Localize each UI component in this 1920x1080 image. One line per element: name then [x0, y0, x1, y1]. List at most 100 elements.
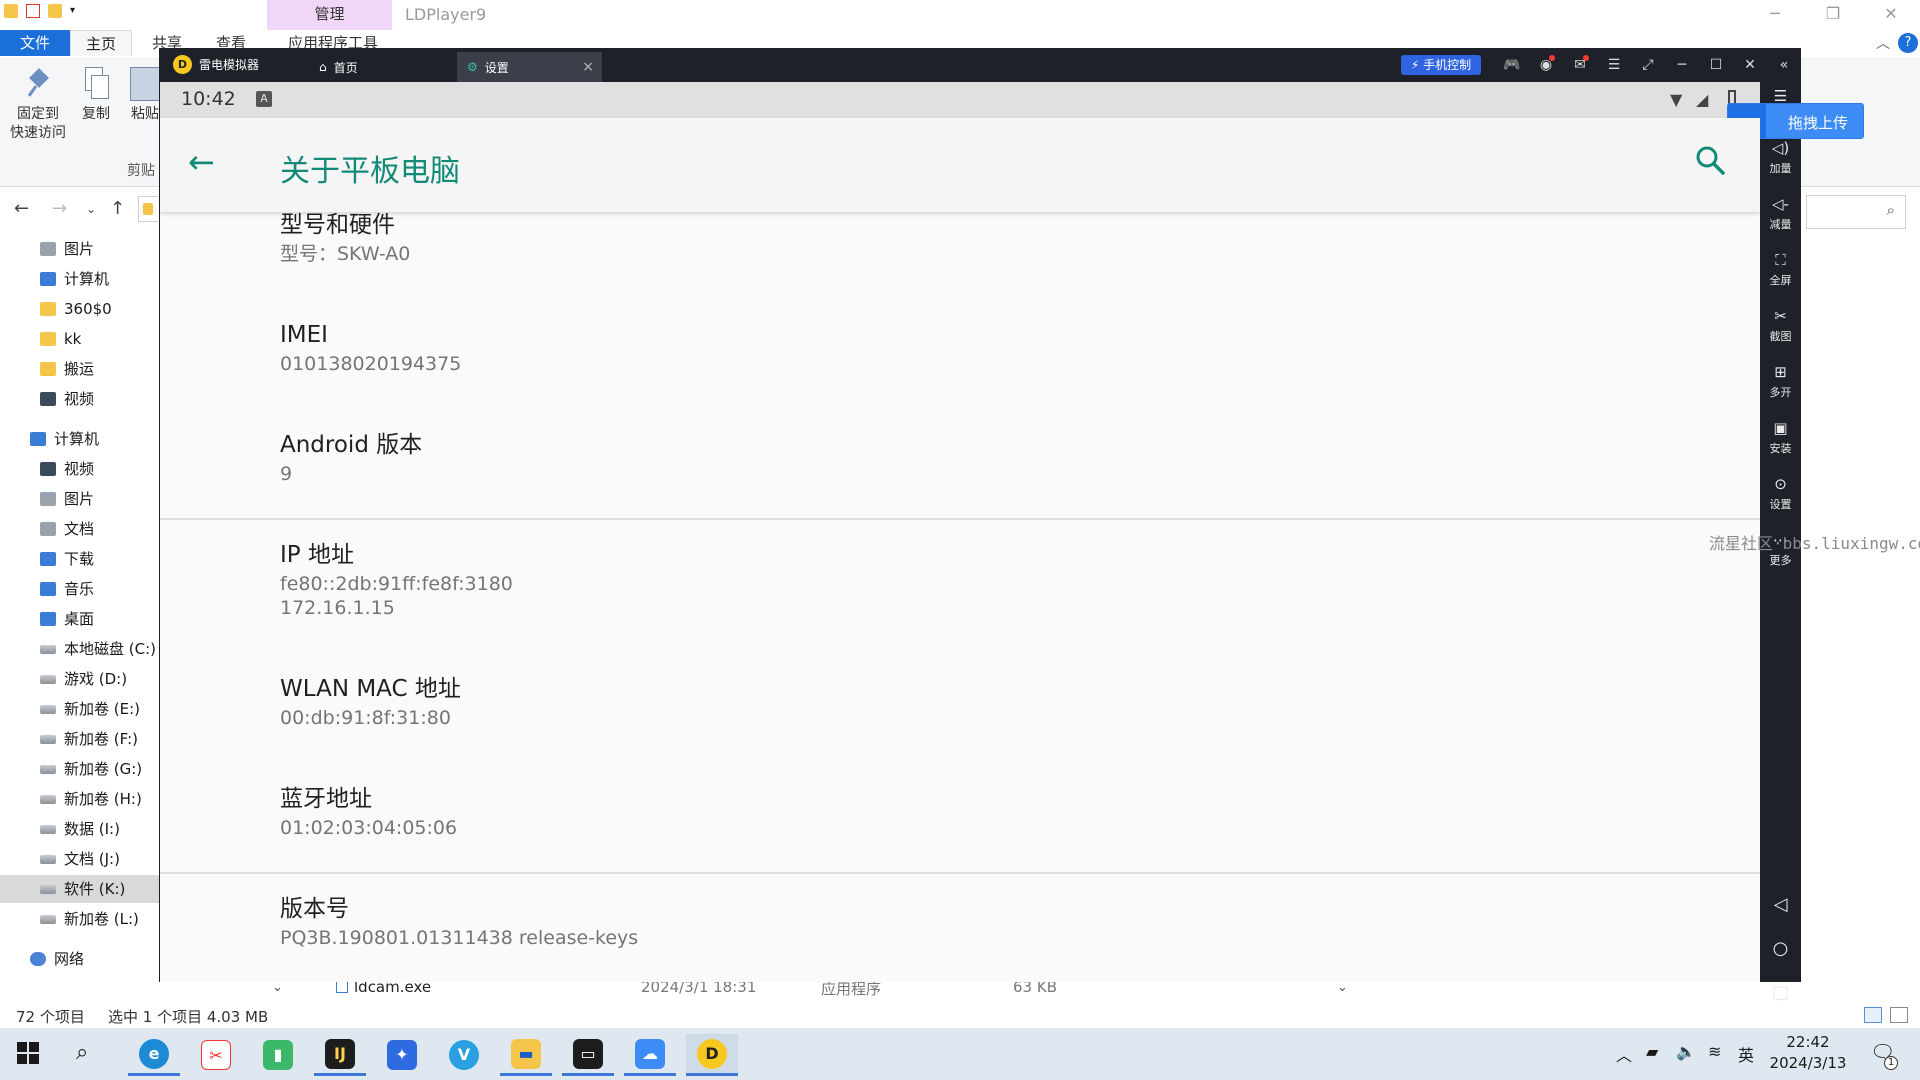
nav-item[interactable]: 视频	[40, 455, 94, 483]
pref-imei[interactable]: IMEI 010138020194375	[280, 320, 461, 376]
terminal-app[interactable]: ▭	[562, 1034, 614, 1076]
close-icon[interactable]: ✕	[1733, 55, 1767, 75]
toolbar-button[interactable]: ◁- 减量	[1760, 194, 1801, 232]
nav-item[interactable]: 新加卷 (F:)	[40, 725, 138, 753]
nav-item[interactable]: 文档 (J:)	[40, 845, 120, 873]
cloud-upload-app[interactable]: ☁	[624, 1034, 676, 1076]
help-icon[interactable]: ?	[1898, 33, 1918, 53]
tab-file[interactable]: 文件	[0, 30, 70, 56]
address-bar[interactable]	[138, 196, 158, 222]
nav-item[interactable]: 新加卷 (G:)	[40, 755, 142, 783]
chevron-down-icon[interactable]: ⌄	[272, 980, 283, 995]
search-icon[interactable]: ⌕	[76, 1040, 88, 1065]
feishu-app[interactable]: ✦	[376, 1034, 428, 1076]
pref-ip-address[interactable]: IP 地址 fe80::2db:91ff:fe8f:3180 172.16.1.…	[280, 540, 513, 620]
start-button[interactable]	[17, 1042, 39, 1064]
customize-qat-icon[interactable]: ▾	[70, 4, 84, 18]
clock[interactable]: 22:42 2024/3/13	[1764, 1032, 1852, 1074]
maximize-icon[interactable]: ☐	[1699, 55, 1733, 75]
nav-item[interactable]: 图片	[40, 235, 94, 263]
copy-button[interactable]: 复制	[78, 67, 114, 124]
tab-home-page[interactable]: ⌂ 首页	[309, 52, 449, 82]
ime-indicator[interactable]: 英	[1738, 1042, 1754, 1066]
nav-item[interactable]: 下载	[40, 545, 94, 573]
search-icon[interactable]	[1694, 144, 1726, 176]
volume-icon[interactable]: 🔈	[1676, 1042, 1696, 1061]
show-hidden-icons[interactable]: ︿	[1616, 1042, 1632, 1066]
nav-item[interactable]: kk	[40, 325, 81, 353]
collapse-sidebar-icon[interactable]: «	[1767, 55, 1801, 75]
pref-android-version[interactable]: Android 版本 9	[280, 430, 422, 486]
nav-item[interactable]: 新加卷 (E:)	[40, 695, 140, 723]
android-home-icon[interactable]: ○	[1760, 938, 1801, 959]
up-arrow-icon[interactable]: ↑	[110, 198, 125, 219]
battery-icon[interactable]: ▰	[1646, 1042, 1658, 1061]
nav-item-label: 新加卷 (H:)	[64, 790, 142, 808]
nav-item[interactable]: 软件 (K:)	[0, 875, 160, 903]
file-explorer-app[interactable]: ▬	[500, 1034, 552, 1076]
nav-item[interactable]: 音乐	[40, 575, 94, 603]
nav-item[interactable]: 计算机	[40, 265, 109, 293]
gamepad-icon[interactable]: 🎮	[1495, 55, 1529, 75]
toolbar-button[interactable]: ◁) 加量	[1760, 138, 1801, 176]
nav-item[interactable]: 搬运	[40, 355, 94, 383]
nav-item[interactable]: 新加卷 (H:)	[40, 785, 142, 813]
chevron-down-icon[interactable]: ⌄	[1337, 980, 1348, 995]
edge-app[interactable]: e	[128, 1034, 180, 1076]
details-view-icon[interactable]	[1864, 1007, 1882, 1023]
toolbar-button[interactable]: ✂ 截图	[1760, 306, 1801, 344]
nav-item[interactable]: 数据 (I:)	[40, 815, 120, 843]
back-arrow-icon[interactable]: ←	[14, 198, 29, 219]
new-folder-icon[interactable]	[48, 4, 62, 18]
minimize-icon[interactable]: ─	[1665, 55, 1699, 75]
pref-bluetooth-address[interactable]: 蓝牙地址 01:02:03:04:05:06	[280, 784, 457, 840]
nav-item[interactable]: 计算机	[30, 425, 99, 453]
search-box[interactable]: ⌕	[1806, 195, 1906, 229]
menu-icon[interactable]: ☰	[1597, 55, 1631, 75]
notes-app[interactable]: ▮	[252, 1034, 304, 1076]
toolbar-button[interactable]: ⊙ 设置	[1760, 474, 1801, 512]
vpn-app[interactable]: V	[438, 1034, 490, 1076]
pref-build-number[interactable]: 版本号 PQ3B.190801.01311438 release-keys	[280, 894, 638, 950]
manage-context-tab[interactable]: 管理	[267, 0, 392, 30]
close-tab-icon[interactable]: ×	[582, 59, 594, 75]
wifi-icon[interactable]: ≋	[1708, 1042, 1721, 1061]
forward-arrow-icon[interactable]: →	[52, 198, 67, 219]
nav-item[interactable]: 图片	[40, 485, 94, 513]
toolbar-button[interactable]: ▣ 安装	[1760, 418, 1801, 456]
ldplayer-app[interactable]: D	[686, 1034, 738, 1076]
nav-item[interactable]: 新加卷 (L:)	[40, 905, 139, 933]
intellij-app[interactable]: IJ	[314, 1034, 366, 1076]
phone-control-button[interactable]: ⚡ 手机控制	[1401, 55, 1481, 75]
nav-item[interactable]: 360$0	[40, 295, 112, 323]
pref-model-hardware[interactable]: 型号和硬件 型号：SKW-A0	[280, 210, 410, 266]
snip-app[interactable]: ✂	[190, 1034, 242, 1076]
properties-icon[interactable]	[26, 4, 40, 18]
tab-settings[interactable]: ⚙ 设置 ×	[457, 52, 602, 82]
paste-button[interactable]: 粘贴	[130, 67, 160, 124]
mail-icon[interactable]: ✉	[1563, 55, 1597, 75]
collapse-ribbon-icon[interactable]: ︿	[1876, 33, 1890, 53]
back-arrow-icon[interactable]: ←	[188, 146, 215, 178]
nav-item[interactable]: 视频	[40, 385, 94, 413]
nav-item[interactable]: 网络	[30, 945, 84, 973]
pin-quick-access-button[interactable]: 固定到 快速访问	[8, 67, 68, 143]
android-recents-icon[interactable]: □	[1760, 982, 1801, 1003]
nav-item[interactable]: 本地磁盘 (C:)	[40, 635, 156, 663]
nav-item[interactable]: 文档	[40, 515, 94, 543]
recent-locations-icon[interactable]: ⌄	[86, 202, 96, 216]
toolbar-button[interactable]: ⛶ 全屏	[1760, 250, 1801, 288]
restore-button[interactable]: ❐	[1804, 0, 1862, 30]
restore-size-icon[interactable]: ⤢	[1631, 55, 1665, 75]
computer-icon	[30, 432, 46, 446]
account-icon[interactable]: ◉	[1529, 55, 1563, 75]
android-back-icon[interactable]: ◁	[1760, 894, 1801, 915]
tab-home[interactable]: 主页	[70, 30, 132, 56]
nav-item[interactable]: 桌面	[40, 605, 94, 633]
toolbar-button[interactable]: ⊞ 多开	[1760, 362, 1801, 400]
minimize-button[interactable]: ─	[1746, 0, 1804, 30]
pref-wlan-mac[interactable]: WLAN MAC 地址 00:db:91:8f:31:80	[280, 674, 461, 730]
close-button[interactable]: ✕	[1862, 0, 1920, 30]
large-icons-view-icon[interactable]	[1890, 1007, 1908, 1023]
nav-item[interactable]: 游戏 (D:)	[40, 665, 127, 693]
